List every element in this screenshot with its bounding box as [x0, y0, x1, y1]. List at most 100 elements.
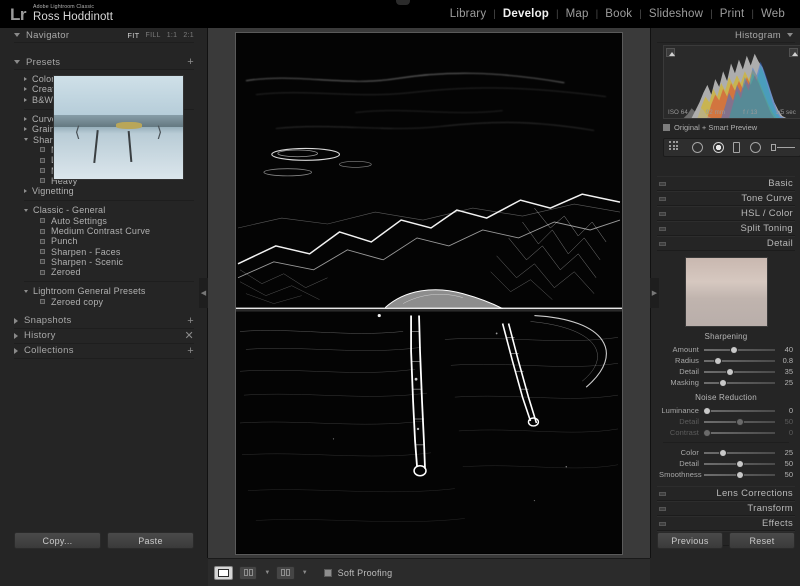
slider-value[interactable]: 0: [775, 428, 793, 437]
section-effects[interactable]: Effects: [657, 516, 795, 531]
before-after-left-right-button[interactable]: [239, 566, 257, 580]
navigator-header[interactable]: Navigator FITFILL1:12:1: [14, 28, 194, 43]
preset-item[interactable]: Zeroed copy: [14, 297, 194, 307]
chevron-down-icon[interactable]: ▼: [302, 570, 308, 576]
section-enable-switch[interactable]: [659, 492, 666, 496]
graduated-filter-icon[interactable]: [733, 142, 740, 153]
slider-luminance[interactable]: Luminance0: [657, 405, 795, 416]
section-basic[interactable]: Basic: [657, 176, 795, 191]
detail-zoom-preview[interactable]: [685, 257, 768, 327]
slider-detail[interactable]: Detail50: [657, 458, 795, 469]
slider-track[interactable]: [704, 355, 775, 366]
presets-header[interactable]: Presets +: [14, 55, 194, 70]
section-enable-switch[interactable]: [659, 212, 666, 216]
section-lens-corrections[interactable]: Lens Corrections: [657, 486, 795, 501]
module-tab-book[interactable]: Book: [598, 8, 639, 20]
slider-color[interactable]: Color25: [657, 447, 795, 458]
adjustment-brush-icon[interactable]: [771, 144, 795, 151]
paste-button[interactable]: Paste: [107, 532, 194, 549]
slider-handle[interactable]: [737, 419, 743, 425]
section-hsl-color[interactable]: HSL / Color: [657, 206, 795, 221]
reset-button[interactable]: Reset: [729, 532, 795, 549]
loupe-view-button[interactable]: [214, 566, 233, 580]
slider-handle[interactable]: [720, 380, 726, 386]
slider-value[interactable]: 50: [775, 470, 793, 479]
slider-handle[interactable]: [727, 369, 733, 375]
preset-item[interactable]: Medium Contrast Curve: [14, 226, 194, 236]
slider-value[interactable]: 25: [775, 448, 793, 457]
slider-value[interactable]: 40: [775, 345, 793, 354]
panel-action-button[interactable]: +: [187, 317, 194, 325]
slider-handle[interactable]: [704, 430, 710, 436]
slider-track[interactable]: [704, 377, 775, 388]
module-tab-library[interactable]: Library: [443, 8, 494, 20]
section-enable-switch[interactable]: [659, 197, 666, 201]
section-enable-switch[interactable]: [659, 522, 666, 526]
red-eye-icon[interactable]: [713, 142, 724, 153]
zoom-level-2-1[interactable]: 2:1: [183, 32, 194, 39]
preset-group-vignetting[interactable]: Vignetting: [14, 186, 194, 196]
section-enable-switch[interactable]: [659, 182, 666, 186]
slider-value[interactable]: 25: [775, 378, 793, 387]
slider-value[interactable]: 50: [775, 417, 793, 426]
slider-amount[interactable]: Amount40: [657, 344, 795, 355]
histogram-graph[interactable]: ISO 64 92 mm f / 13 1/5 sec: [663, 45, 800, 119]
slider-track[interactable]: [704, 366, 775, 377]
module-tab-web[interactable]: Web: [754, 8, 792, 20]
slider-track[interactable]: [704, 344, 775, 355]
panel-action-button[interactable]: +: [187, 347, 194, 355]
slider-masking[interactable]: Masking25: [657, 377, 795, 388]
slider-radius[interactable]: Radius0.8: [657, 355, 795, 366]
section-detail[interactable]: Detail: [657, 236, 795, 251]
preset-group-lightroom-general-presets[interactable]: Lightroom General Presets: [14, 286, 194, 296]
slider-track[interactable]: [704, 469, 775, 480]
module-tab-map[interactable]: Map: [559, 8, 596, 20]
slider-value[interactable]: 0: [775, 406, 793, 415]
module-tab-print[interactable]: Print: [713, 8, 752, 20]
soft-proofing-checkbox[interactable]: [324, 569, 332, 577]
copy-button[interactable]: Copy...: [14, 532, 101, 549]
chevron-down-icon[interactable]: ▼: [264, 570, 270, 576]
preset-item[interactable]: Auto Settings: [14, 216, 194, 226]
slider-handle[interactable]: [715, 358, 721, 364]
slider-handle[interactable]: [737, 461, 743, 467]
section-enable-switch[interactable]: [659, 507, 666, 511]
previous-button[interactable]: Previous: [657, 532, 723, 549]
preset-item[interactable]: Punch: [14, 236, 194, 246]
panel-header-snapshots[interactable]: Snapshots+: [14, 314, 194, 329]
add-preset-button[interactable]: +: [187, 58, 194, 66]
section-enable-switch[interactable]: [659, 242, 666, 246]
smart-preview-status[interactable]: Original + Smart Preview: [663, 121, 800, 134]
radial-filter-icon[interactable]: [750, 142, 761, 153]
section-tone-curve[interactable]: Tone Curve: [657, 191, 795, 206]
right-panel-collapse-handle[interactable]: ▶: [650, 278, 659, 308]
zoom-level-1-1[interactable]: 1:1: [167, 32, 178, 39]
slider-handle[interactable]: [704, 408, 710, 414]
slider-value[interactable]: 0.8: [775, 356, 793, 365]
spot-removal-icon[interactable]: [692, 142, 703, 153]
slider-value[interactable]: 50: [775, 459, 793, 468]
before-after-top-bottom-button[interactable]: [276, 566, 294, 580]
histogram-header[interactable]: Histogram: [657, 28, 795, 43]
photo-container[interactable]: [235, 32, 623, 555]
top-panel-toggle[interactable]: [396, 0, 410, 5]
slider-value[interactable]: 35: [775, 367, 793, 376]
panel-header-collections[interactable]: Collections+: [14, 344, 194, 359]
module-tab-develop[interactable]: Develop: [496, 8, 556, 20]
panel-action-button[interactable]: ✕: [184, 332, 194, 340]
section-enable-switch[interactable]: [659, 227, 666, 231]
crop-overlay-icon[interactable]: [669, 141, 682, 154]
preset-item[interactable]: Sharpen - Faces: [14, 246, 194, 256]
zoom-level-fill[interactable]: FILL: [146, 32, 161, 39]
preset-group-classic-general[interactable]: Classic - General: [14, 205, 194, 215]
slider-detail[interactable]: Detail35: [657, 366, 795, 377]
preset-item[interactable]: Sharpen - Scenic: [14, 257, 194, 267]
panel-header-history[interactable]: History✕: [14, 329, 194, 344]
slider-handle[interactable]: [720, 450, 726, 456]
module-tab-slideshow[interactable]: Slideshow: [642, 8, 710, 20]
zoom-level-fit[interactable]: FIT: [127, 31, 139, 40]
slider-detail[interactable]: Detail50: [657, 416, 795, 427]
preset-item[interactable]: Zeroed: [14, 267, 194, 277]
left-panel-collapse-handle[interactable]: ◀: [199, 278, 208, 308]
slider-handle[interactable]: [737, 472, 743, 478]
